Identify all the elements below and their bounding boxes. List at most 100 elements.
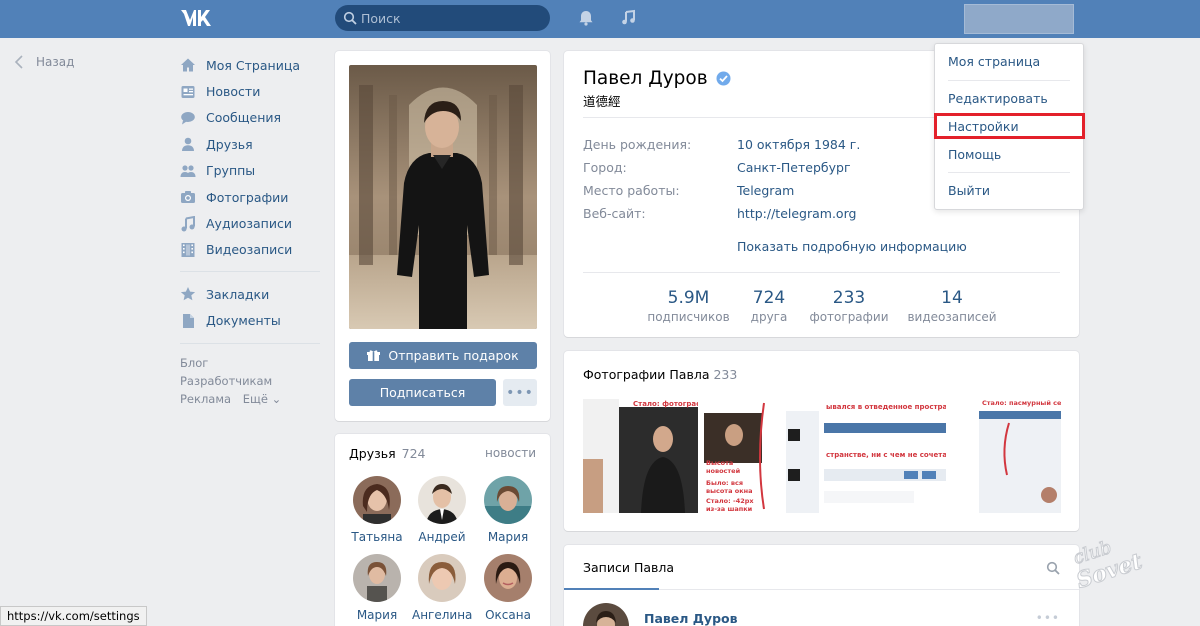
friend-avatar	[353, 476, 401, 524]
post-author-avatar[interactable]	[583, 603, 629, 626]
friends-title[interactable]: Друзья 724	[349, 446, 426, 461]
photo-thumbnail[interactable]: ывался в отведенное простран странстве, …	[824, 399, 946, 513]
photos-title[interactable]: Фотографии Павла 233	[583, 367, 737, 382]
nav-item-messages[interactable]: Сообщения	[180, 105, 320, 131]
nav-item-groups[interactable]: Группы	[180, 158, 320, 184]
post-author-name[interactable]: Павел Дуров	[644, 611, 738, 626]
nav-divider	[180, 342, 320, 344]
profile-dropdown-menu: Моя страница Редактировать Настройки Пом…	[934, 43, 1085, 210]
nav-item-friends[interactable]: Друзья	[180, 131, 320, 157]
menu-divider	[948, 172, 1070, 173]
post-menu-icon[interactable]: •••	[1036, 611, 1060, 625]
thumb-caption: Стало: пасмурный серый	[982, 399, 1061, 407]
verified-icon[interactable]	[716, 71, 731, 86]
film-icon	[181, 242, 195, 257]
nav-item-documents[interactable]: Документы	[180, 308, 320, 334]
profile-status[interactable]: 道德經	[583, 91, 621, 110]
nav-label: Сообщения	[206, 110, 282, 126]
nav-item-audio[interactable]: Аудиозаписи	[180, 210, 320, 236]
friends-icon	[182, 138, 194, 152]
city-link[interactable]: Санкт-Петербург	[737, 160, 851, 175]
nav-item-photos[interactable]: Фотографии	[180, 184, 320, 210]
search-input[interactable]	[361, 9, 541, 27]
friends-news-link[interactable]: новости	[485, 446, 536, 460]
friend-item[interactable]: Мария	[478, 476, 538, 544]
footer-more-link[interactable]: Ещё ⌄	[243, 392, 281, 406]
send-gift-button[interactable]: Отправить подарок	[349, 342, 537, 369]
menu-item-edit[interactable]: Редактировать	[948, 91, 1048, 106]
subscribe-button[interactable]: Подписаться	[349, 379, 496, 406]
posts-tab[interactable]: Записи Павла	[583, 560, 674, 575]
friend-item[interactable]: Татьяна	[347, 476, 407, 544]
stat-photos[interactable]: 233 фотографии	[809, 288, 889, 324]
nav-label: Новости	[206, 84, 261, 100]
nav-label: Группы	[206, 163, 256, 179]
work-link[interactable]: Telegram	[737, 183, 794, 198]
groups-icon	[180, 165, 196, 177]
profile-photo[interactable]	[349, 65, 537, 329]
profile-photo-card: Отправить подарок Подписаться •••	[335, 51, 550, 421]
stat-number: 5.9M	[667, 288, 710, 308]
stat-label: друга	[750, 310, 788, 324]
stat-friends[interactable]: 724 друга	[739, 288, 799, 324]
left-navigation: Моя Страница Новости Сообщения Друзья Гр…	[180, 52, 320, 408]
stat-followers[interactable]: 5.9M подписчиков	[646, 288, 731, 324]
thumb-caption: странстве, ни с чем не сочета	[826, 451, 946, 459]
friend-name: Оксана	[485, 608, 531, 622]
friend-name: Андрей	[418, 530, 466, 544]
thumb-caption: ывался в отведенное простран	[826, 403, 946, 411]
info-label: День рождения:	[583, 137, 692, 152]
wall-posts-card: Записи Павла Павел Дуров •••	[564, 545, 1079, 626]
info-label: Город:	[583, 160, 627, 175]
friend-item[interactable]: Андрей	[412, 476, 472, 544]
website-link[interactable]: http://telegram.org	[737, 206, 856, 221]
thumb-caption: Стало: -42px из-за шапки	[706, 497, 754, 513]
info-divider	[583, 272, 1060, 273]
vk-logo-icon[interactable]	[180, 7, 212, 29]
show-more-info-link[interactable]: Показать подробную информацию	[737, 239, 967, 254]
back-label: Назад	[36, 55, 75, 69]
friend-item[interactable]: Оксана	[478, 554, 538, 622]
birthday-link[interactable]: 10 октября 1984 г.	[737, 137, 860, 152]
footer-blog-link[interactable]: Блог	[180, 356, 208, 370]
nav-item-my-page[interactable]: Моя Страница	[180, 52, 320, 78]
menu-item-logout[interactable]: Выйти	[948, 183, 990, 198]
friend-avatar	[484, 554, 532, 602]
friend-item[interactable]: Мария	[347, 554, 407, 622]
profile-menu-button[interactable]	[964, 4, 1074, 34]
photo-thumbnail[interactable]: Высота новостей Было: вся высота окна Ст…	[704, 399, 819, 513]
footer-developers-link[interactable]: Разработчикам	[180, 374, 272, 388]
back-link[interactable]: Назад	[14, 53, 74, 71]
send-gift-label: Отправить подарок	[388, 348, 519, 363]
thumb-caption: Было: вся высота окна	[706, 479, 753, 495]
stat-videos[interactable]: 14 видеозаписей	[906, 288, 998, 324]
profile-name: Павел Дуров	[583, 68, 731, 89]
watermark-logo: club Sovet	[1068, 530, 1168, 594]
more-actions-button[interactable]: •••	[503, 379, 537, 406]
stat-label: фотографии	[809, 310, 889, 324]
friend-name: Мария	[487, 530, 529, 544]
friends-card: Друзья 724 новости Татьяна Андрей Мария М…	[335, 434, 550, 626]
photo-thumbnail[interactable]: Стало: пасмурный серый	[949, 399, 1061, 513]
menu-item-help[interactable]: Помощь	[948, 147, 1001, 162]
search-icon[interactable]	[1046, 561, 1060, 575]
bell-icon[interactable]	[577, 9, 595, 27]
friend-name: Татьяна	[351, 530, 403, 544]
footer-ads-link[interactable]: Реклама	[180, 392, 231, 406]
nav-item-video[interactable]: Видеозаписи	[180, 237, 320, 263]
star-icon	[180, 287, 196, 301]
search-box[interactable]	[335, 5, 550, 31]
friend-name: Мария	[356, 608, 398, 622]
menu-item-my-page[interactable]: Моя страница	[948, 54, 1040, 69]
nav-item-bookmarks[interactable]: Закладки	[180, 281, 320, 307]
messages-icon	[181, 111, 195, 125]
nav-label: Друзья	[206, 136, 253, 152]
friend-item[interactable]: Ангелина	[412, 554, 472, 622]
photos-card: Фотографии Павла233 Стало: фотографи Выс…	[564, 351, 1079, 531]
photo-thumbnail[interactable]: Стало: фотографи	[583, 399, 698, 513]
nav-item-news[interactable]: Новости	[180, 78, 320, 104]
friend-avatar	[353, 554, 401, 602]
music-icon[interactable]	[620, 9, 638, 27]
stat-label: подписчиков	[647, 310, 730, 324]
profile-name-text: Павел Дуров	[583, 68, 708, 89]
